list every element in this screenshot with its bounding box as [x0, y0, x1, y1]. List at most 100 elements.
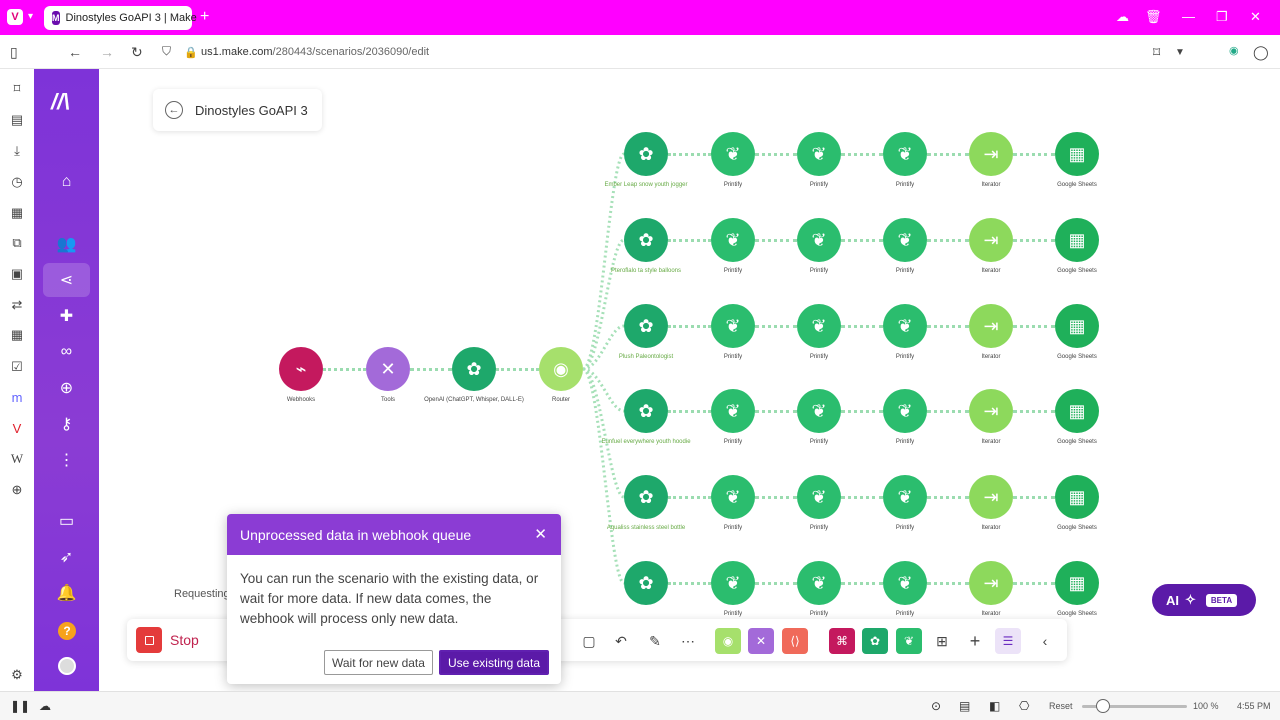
settings-gear-icon[interactable]: ⚙ — [9, 667, 25, 683]
openai-branch-module[interactable]: ✿ — [624, 475, 668, 519]
printify-module[interactable]: ❦ — [797, 561, 841, 605]
tile-icon[interactable]: ▤ — [959, 699, 970, 713]
openai-branch-module[interactable]: ✿ — [624, 561, 668, 605]
undo-icon[interactable]: ↶ — [610, 630, 632, 652]
page-actions-icon[interactable]: ◧ — [989, 699, 1000, 713]
iter-module[interactable]: ⇥ — [969, 561, 1013, 605]
text-parser-icon[interactable]: ⟨⟩ — [782, 628, 808, 654]
printify-module[interactable]: ❦ — [883, 561, 927, 605]
printify-module[interactable]: ❦ — [711, 475, 755, 519]
printify-module[interactable]: ❦ — [797, 475, 841, 519]
chevron-down-icon[interactable]: ▼ — [1175, 47, 1185, 58]
openai-module[interactable]: ✿ — [452, 347, 496, 391]
printify-module[interactable]: ❦ — [711, 218, 755, 262]
tools-module[interactable]: ✕ — [366, 347, 410, 391]
home-icon[interactable]: ⌂ — [43, 165, 90, 199]
ai-assistant-button[interactable]: AI ✧ BETA — [1152, 584, 1256, 616]
more-options-icon[interactable]: ⋯ — [677, 630, 699, 652]
url-field[interactable]: us1.make.com/280443/scenarios/2036090/ed… — [201, 46, 429, 58]
shield-icon[interactable]: ⛉ — [162, 44, 171, 59]
bookmarks-icon[interactable]: ⌑ — [9, 81, 25, 97]
vivaldi-menu-icon[interactable]: V — [7, 9, 23, 25]
history-icon[interactable]: ◷ — [9, 174, 25, 190]
capture-icon[interactable]: ⊙ — [931, 699, 941, 713]
printify-module[interactable]: ❦ — [883, 132, 927, 176]
printify-module[interactable]: ❦ — [711, 389, 755, 433]
printify-module[interactable]: ❦ — [797, 218, 841, 262]
sync-icon[interactable]: ⇄ — [9, 297, 25, 313]
translate-icon[interactable]: ⧉ — [9, 235, 25, 251]
scenarios-share-icon[interactable]: ⋖ — [43, 263, 90, 297]
sheets-module[interactable]: ▦ — [1055, 475, 1099, 519]
templates-puzzle-icon[interactable]: ✚ — [43, 299, 90, 333]
close-icon[interactable]: ✕ — [534, 525, 547, 543]
sheets-module[interactable]: ▦ — [1055, 561, 1099, 605]
printify-module[interactable]: ❦ — [883, 389, 927, 433]
zoom-reset[interactable]: Reset — [1049, 701, 1073, 711]
forward-icon[interactable]: → — [100, 44, 114, 60]
wait-for-new-data-button[interactable]: Wait for new data — [324, 650, 433, 675]
webhooks-tool-icon[interactable]: ⌘ — [829, 628, 855, 654]
reading-list-icon[interactable]: ▤ — [9, 112, 25, 128]
extension-icon[interactable]: ◉ — [1229, 44, 1239, 57]
add-module-icon[interactable]: + — [964, 630, 986, 652]
calendar-icon[interactable]: ▦ — [9, 327, 25, 343]
lock-icon[interactable]: 🔒 — [184, 46, 198, 59]
zoom-slider-handle[interactable] — [1096, 699, 1110, 713]
printify-module[interactable]: ❦ — [883, 475, 927, 519]
make-logo[interactable]: //\ — [51, 89, 69, 115]
printify-module[interactable]: ❦ — [797, 132, 841, 176]
notes-edit-icon[interactable]: ▢ — [578, 630, 600, 652]
help-icon[interactable]: ? — [58, 622, 76, 640]
back-icon[interactable]: ← — [68, 44, 82, 60]
panel-toggle-icon[interactable]: ❚❚ — [10, 699, 30, 713]
iter-module[interactable]: ⇥ — [969, 132, 1013, 176]
back-arrow-icon[interactable]: ← — [165, 101, 183, 119]
router-tool-icon[interactable]: ◉ — [715, 628, 741, 654]
webhook-module[interactable]: ⌁ — [279, 347, 323, 391]
collapse-chevron-icon[interactable]: ‹ — [1034, 630, 1056, 652]
downloads-icon[interactable]: ⤓ — [9, 143, 25, 159]
keys-icon[interactable]: ⚷ — [43, 407, 90, 441]
notifications-bell-icon[interactable]: 🔔 — [43, 576, 90, 610]
printify-module[interactable]: ❦ — [711, 304, 755, 348]
cloud-sync-icon[interactable]: ☁ — [39, 699, 51, 713]
scenario-name[interactable]: Dinostyles GoAPI 3 — [195, 103, 308, 118]
connections-link-icon[interactable]: ∞ — [43, 335, 90, 369]
flow-control-icon[interactable]: ☰ — [995, 628, 1021, 654]
chevron-down-icon[interactable]: ▾ — [28, 11, 33, 22]
iter-module[interactable]: ⇥ — [969, 218, 1013, 262]
tools-icon[interactable]: ✕ — [748, 628, 774, 654]
minimize-icon[interactable]: — — [1182, 9, 1195, 24]
printify-module[interactable]: ❦ — [883, 218, 927, 262]
bookmark-icon[interactable]: ⌑ — [1153, 44, 1160, 61]
printify-module[interactable]: ❦ — [797, 389, 841, 433]
router-module[interactable]: ◉ — [539, 347, 583, 391]
tasks-icon[interactable]: ☑ — [9, 359, 25, 375]
wikipedia-icon[interactable]: W — [9, 451, 25, 467]
grid-apps-icon[interactable]: ⊞ — [931, 630, 953, 652]
use-existing-data-button[interactable]: Use existing data — [438, 650, 549, 675]
printify-module[interactable]: ❦ — [711, 132, 755, 176]
openai-branch-module[interactable]: ✿ — [624, 132, 668, 176]
sheets-module[interactable]: ▦ — [1055, 218, 1099, 262]
webhooks-globe-icon[interactable]: ⊕ — [43, 371, 90, 405]
printify-tool-icon[interactable]: ❦ — [896, 628, 922, 654]
openai-branch-module[interactable]: ✿ — [624, 304, 668, 348]
stop-button[interactable]: Stop — [136, 627, 199, 653]
add-panel-icon[interactable]: ⊕ — [9, 482, 25, 498]
window-icon[interactable]: ▣ — [9, 266, 25, 282]
notes-icon[interactable]: ▦ — [9, 205, 25, 221]
panel-toggle-icon[interactable]: ▯ — [10, 44, 18, 61]
maximize-icon[interactable]: ❐ — [1216, 9, 1228, 25]
reload-icon[interactable]: ↻ — [131, 44, 143, 61]
openai-tool-icon[interactable]: ✿ — [862, 628, 888, 654]
openai-branch-module[interactable]: ✿ — [624, 218, 668, 262]
iter-module[interactable]: ⇥ — [969, 475, 1013, 519]
printify-module[interactable]: ❦ — [797, 304, 841, 348]
docs-book-icon[interactable]: ▭ — [43, 504, 90, 538]
iter-module[interactable]: ⇥ — [969, 304, 1013, 348]
trash-icon[interactable]: 🗑 — [1145, 9, 1162, 25]
browser-tab[interactable]: M Dinostyles GoAPI 3 | Make — [44, 6, 197, 30]
sheets-module[interactable]: ▦ — [1055, 389, 1099, 433]
